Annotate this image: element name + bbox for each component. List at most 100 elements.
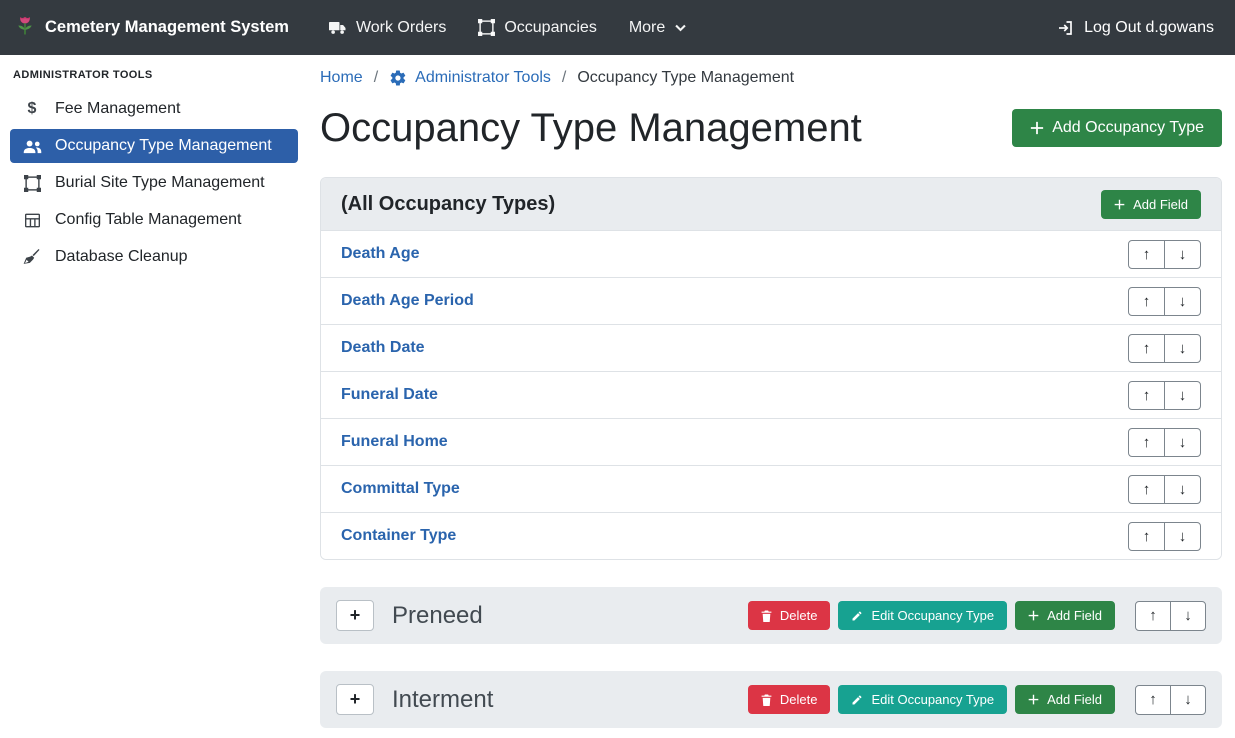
breadcrumb-home-link[interactable]: Home — [320, 69, 363, 87]
expand-section-button[interactable]: + — [336, 600, 374, 631]
move-up-button[interactable]: ↑ — [1128, 240, 1165, 269]
reorder-buttons: ↑ ↓ — [1128, 334, 1201, 363]
arrow-up-icon: ↑ — [1143, 388, 1151, 403]
delete-occupancy-type-button[interactable]: Delete — [748, 685, 831, 714]
delete-occupancy-type-button[interactable]: Delete — [748, 601, 831, 630]
add-field-button[interactable]: Add Field — [1015, 601, 1115, 630]
breadcrumb-admin-tools-link[interactable]: Administrator Tools — [389, 69, 551, 87]
move-up-button[interactable]: ↑ — [1128, 287, 1165, 316]
field-row: Death Age ↑ ↓ — [321, 230, 1221, 277]
field-link-funeral-date[interactable]: Funeral Date — [341, 386, 438, 404]
chevron-down-icon — [674, 21, 687, 34]
dollar-icon: $ — [22, 100, 42, 118]
edit-occupancy-type-button[interactable]: Edit Occupancy Type — [838, 601, 1007, 630]
section-interment: + Interment Delete Edit Occupancy Type — [320, 671, 1222, 728]
field-link-container-type[interactable]: Container Type — [341, 527, 456, 545]
edit-occupancy-type-button[interactable]: Edit Occupancy Type — [838, 685, 1007, 714]
trash-icon — [761, 694, 772, 706]
pencil-icon — [851, 610, 863, 622]
sidebar-item-occupancy-type-management[interactable]: Occupancy Type Management — [10, 129, 298, 163]
field-link-funeral-home[interactable]: Funeral Home — [341, 433, 448, 451]
add-occupancy-type-button[interactable]: Add Occupancy Type — [1012, 109, 1222, 147]
add-field-button[interactable]: Add Field — [1015, 685, 1115, 714]
arrow-down-icon: ↓ — [1179, 341, 1187, 356]
move-up-button[interactable]: ↑ — [1128, 428, 1165, 457]
section-actions: Delete Edit Occupancy Type Add Field ↑ — [748, 601, 1206, 631]
move-down-button[interactable]: ↓ — [1170, 685, 1206, 715]
section-actions: Delete Edit Occupancy Type Add Field ↑ — [748, 685, 1206, 715]
breadcrumb-separator: / — [374, 69, 378, 87]
all-occupancy-types-card: (All Occupancy Types) Add Field Death Ag… — [320, 177, 1222, 560]
edit-label: Edit Occupancy Type — [871, 608, 994, 623]
arrow-down-icon: ↓ — [1184, 692, 1192, 707]
move-down-button[interactable]: ↓ — [1164, 522, 1201, 551]
gear-icon — [389, 69, 407, 87]
move-down-button[interactable]: ↓ — [1164, 334, 1201, 363]
sidebar-item-label: Burial Site Type Management — [55, 174, 265, 192]
arrow-down-icon: ↓ — [1179, 529, 1187, 544]
nav-item-more[interactable]: More — [613, 19, 703, 37]
nav-item-occupancies[interactable]: Occupancies — [462, 19, 613, 37]
arrow-down-icon: ↓ — [1179, 435, 1187, 450]
reorder-buttons: ↑ ↓ — [1128, 287, 1201, 316]
sidebar-item-label: Fee Management — [55, 100, 180, 118]
nav-item-label: Work Orders — [356, 19, 446, 37]
app-brand[interactable]: Cemetery Management System — [15, 16, 289, 40]
move-up-button[interactable]: ↑ — [1135, 685, 1171, 715]
move-down-button[interactable]: ↓ — [1164, 428, 1201, 457]
sign-out-icon — [1056, 19, 1074, 37]
move-down-button[interactable]: ↓ — [1164, 475, 1201, 504]
arrow-up-icon: ↑ — [1149, 608, 1157, 623]
move-down-button[interactable]: ↓ — [1164, 287, 1201, 316]
delete-label: Delete — [780, 692, 818, 707]
breadcrumb-current: Occupancy Type Management — [577, 69, 794, 87]
reorder-buttons: ↑ ↓ — [1128, 475, 1201, 504]
field-link-death-date[interactable]: Death Date — [341, 339, 425, 357]
move-down-button[interactable]: ↓ — [1170, 601, 1206, 631]
add-field-button[interactable]: Add Field — [1101, 190, 1201, 219]
field-link-death-age[interactable]: Death Age — [341, 245, 420, 263]
delete-label: Delete — [780, 608, 818, 623]
field-row: Container Type ↑ ↓ — [321, 512, 1221, 559]
logout-button[interactable]: Log Out d.gowans — [1056, 19, 1220, 37]
arrow-down-icon: ↓ — [1179, 482, 1187, 497]
add-field-label: Add Field — [1133, 197, 1188, 212]
field-link-committal-type[interactable]: Committal Type — [341, 480, 460, 498]
sidebar-item-database-cleanup[interactable]: Database Cleanup — [10, 240, 298, 274]
plus-icon — [1028, 610, 1039, 621]
move-up-button[interactable]: ↑ — [1135, 601, 1171, 631]
move-down-button[interactable]: ↓ — [1164, 240, 1201, 269]
field-row: Death Date ↑ ↓ — [321, 324, 1221, 371]
sidebar-item-burial-site-type-management[interactable]: Burial Site Type Management — [10, 166, 298, 200]
move-up-button[interactable]: ↑ — [1128, 381, 1165, 410]
reorder-buttons: ↑ ↓ — [1128, 428, 1201, 457]
sidebar-item-label: Config Table Management — [55, 211, 242, 229]
arrow-up-icon: ↑ — [1143, 435, 1151, 450]
field-row: Funeral Date ↑ ↓ — [321, 371, 1221, 418]
move-up-button[interactable]: ↑ — [1128, 522, 1165, 551]
add-field-label: Add Field — [1047, 692, 1102, 707]
sidebar-item-config-table-management[interactable]: Config Table Management — [10, 203, 298, 237]
field-link-death-age-period[interactable]: Death Age Period — [341, 292, 474, 310]
move-down-button[interactable]: ↓ — [1164, 381, 1201, 410]
arrow-up-icon: ↑ — [1149, 692, 1157, 707]
arrow-down-icon: ↓ — [1179, 388, 1187, 403]
add-occupancy-type-label: Add Occupancy Type — [1052, 119, 1204, 137]
expand-section-button[interactable]: + — [336, 684, 374, 715]
nav-item-work-orders[interactable]: Work Orders — [313, 19, 462, 37]
move-up-button[interactable]: ↑ — [1128, 475, 1165, 504]
sidebar-heading: ADMINISTRATOR TOOLS — [0, 59, 308, 89]
users-icon — [22, 139, 42, 154]
app-title: Cemetery Management System — [45, 18, 289, 37]
title-row: Occupancy Type Management Add Occupancy … — [320, 103, 1222, 153]
sidebar-item-label: Occupancy Type Management — [55, 137, 272, 155]
breadcrumb-separator: / — [562, 69, 566, 87]
vector-square-icon — [478, 19, 495, 36]
arrow-up-icon: ↑ — [1143, 482, 1151, 497]
plus-icon — [1114, 199, 1125, 210]
sidebar-item-fee-management[interactable]: $ Fee Management — [10, 92, 298, 126]
field-row: Funeral Home ↑ ↓ — [321, 418, 1221, 465]
vector-square-icon — [22, 175, 42, 192]
move-up-button[interactable]: ↑ — [1128, 334, 1165, 363]
reorder-buttons: ↑ ↓ — [1128, 522, 1201, 551]
